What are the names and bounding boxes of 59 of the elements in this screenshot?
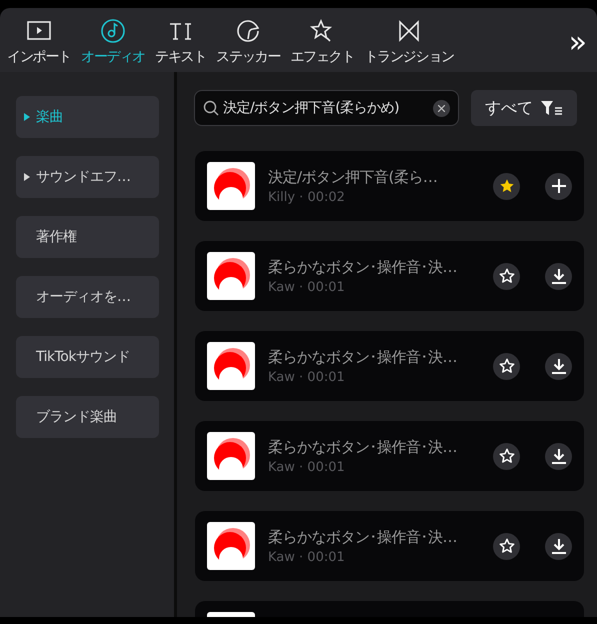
filter-button[interactable]: すべて (471, 90, 577, 126)
favorite-button[interactable] (493, 172, 520, 200)
download-icon (552, 358, 566, 374)
sound-title: 決定/ボタン押下音(柔ら… (268, 168, 438, 186)
add-button[interactable] (545, 172, 572, 200)
search-icon (203, 100, 219, 116)
download-button[interactable] (545, 352, 572, 380)
sticker-icon (235, 18, 262, 44)
sound-title: 柔らかなボタン･操作音･決… (268, 258, 458, 276)
clear-button[interactable] (433, 100, 450, 116)
album-thumbnail (207, 342, 255, 390)
download-icon (552, 538, 566, 554)
sound-card[interactable]: 柔らかなボタン･操作音･決… Kaw · 00:01 (195, 511, 584, 581)
sound-title: 柔らかなボタン･操作音･決… (268, 438, 458, 456)
sound-title: 柔らかなボタン･操作音･決… (268, 528, 458, 546)
sound-meta: Killy · 00:02 (268, 190, 346, 204)
sound-card[interactable]: 決定/ボタン押下音(柔ら… Killy · 00:02 (195, 151, 584, 221)
download-button[interactable] (545, 532, 572, 560)
tab[interactable]: ステッカー (211, 8, 286, 72)
tab[interactable]: インポート (2, 8, 76, 72)
filter-icon (541, 100, 563, 116)
sound-meta: Kaw · 00:01 (268, 550, 346, 564)
sound-title: 柔らかなボタン･操作音･決… (268, 348, 458, 366)
download-button[interactable] (545, 442, 572, 470)
sound-card[interactable]: 柔らかなボタン･操作音･決… Kaw · 00:01 (195, 331, 584, 401)
album-thumbnail (207, 522, 255, 570)
sidebar-item[interactable]: オーディオを… (16, 276, 159, 318)
sound-meta: Kaw · 00:01 (268, 460, 346, 474)
more-tabs-button[interactable]: » (568, 24, 587, 60)
sidebar-item[interactable]: TikTokサウンド (16, 336, 159, 378)
favorite-button[interactable] (493, 352, 520, 380)
favorite-button[interactable] (493, 532, 520, 560)
music-note-icon (100, 18, 126, 44)
download-button[interactable] (545, 262, 572, 290)
tab[interactable]: テキスト (150, 8, 212, 72)
sidebar-item[interactable]: 楽曲 (16, 96, 159, 138)
sound-meta: Kaw · 00:01 (268, 280, 346, 294)
tab[interactable]: トランジション (359, 8, 459, 72)
caret-icon (24, 173, 30, 181)
tab[interactable]: エフェクト (285, 8, 360, 72)
caret-icon (24, 113, 30, 121)
sound-card[interactable]: 柔らかなボタン･操作音･決… Kaw · 00:01 (195, 241, 584, 311)
sound-card[interactable]: 柔らかなボタン･操作音･決… Kaw · 00:01 (195, 421, 584, 491)
favorite-button[interactable] (493, 262, 520, 290)
download-icon (552, 448, 566, 464)
sidebar-item[interactable]: 著作権 (16, 216, 159, 258)
search-field[interactable]: 決定/ボタン押下音(柔らかめ) (194, 90, 459, 126)
download-icon (552, 268, 566, 284)
search-input[interactable]: 決定/ボタン押下音(柔らかめ) (223, 100, 429, 116)
close-icon (438, 104, 445, 112)
plus-icon (552, 179, 566, 193)
album-thumbnail (207, 432, 255, 480)
sound-meta: Kaw · 00:01 (268, 370, 346, 384)
tab[interactable]: オーディオ (76, 8, 150, 72)
album-thumbnail (207, 252, 255, 300)
sidebar-item[interactable]: ブランド楽曲 (16, 396, 159, 438)
sidebar-item[interactable]: サウンドエフ… (16, 156, 159, 198)
favorite-button[interactable] (493, 442, 520, 470)
album-thumbnail (207, 162, 255, 210)
